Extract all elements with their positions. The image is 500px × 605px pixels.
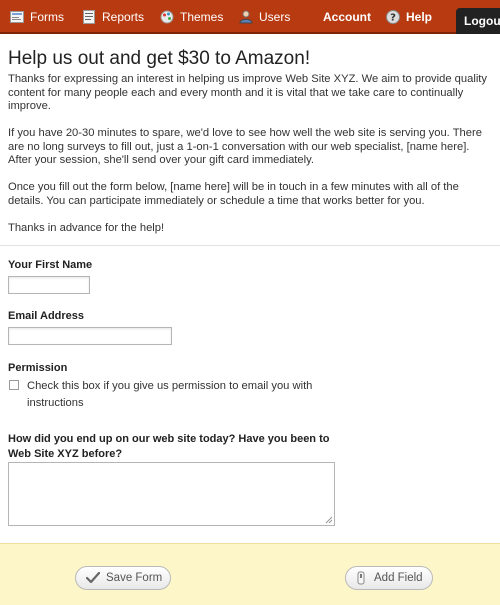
email-label: Email Address	[8, 310, 85, 322]
top-nav-bar: Forms Reports Themes Users Account ? Hel…	[0, 0, 500, 34]
intro-paragraph: Thanks for expressing an interest in hel…	[8, 73, 488, 113]
logout-button[interactable]: Logout	[456, 8, 500, 34]
resize-grip-icon[interactable]	[325, 516, 333, 524]
nav-forms-label: Forms	[30, 10, 64, 24]
question-textarea[interactable]	[8, 462, 335, 526]
add-field-icon	[354, 571, 368, 585]
permission-checkbox-text: Check this box if you give us permission…	[27, 380, 313, 409]
question-label: How did you end up on our web site today…	[8, 433, 330, 460]
users-icon	[239, 10, 253, 24]
reports-icon	[82, 10, 96, 24]
checkmark-icon	[86, 571, 100, 585]
save-form-button[interactable]: Save Form	[75, 566, 171, 590]
intro-paragraph: If you have 20-30 minutes to spare, we'd…	[8, 127, 482, 167]
intro-paragraph: Thanks in advance for the help!	[8, 222, 165, 234]
intro-paragraph: Once you fill out the form below, [name …	[8, 181, 459, 207]
save-form-label: Save Form	[106, 572, 163, 584]
intro-section: Help us out and get $30 to Amazon! Thank…	[0, 36, 500, 246]
first-name-label: Your First Name	[8, 259, 93, 271]
nav-help-label: Help	[406, 10, 433, 24]
first-name-input[interactable]	[8, 276, 90, 294]
page-title: Help us out and get $30 to Amazon!	[8, 48, 311, 69]
add-field-button[interactable]: Add Field	[345, 566, 433, 590]
nav-themes[interactable]: Themes	[160, 0, 223, 34]
add-field-label: Add Field	[374, 572, 423, 584]
permission-label: Permission	[8, 362, 68, 374]
help-icon: ?	[386, 10, 400, 24]
nav-themes-label: Themes	[180, 10, 224, 24]
nav-reports[interactable]: Reports	[82, 0, 144, 34]
nav-help[interactable]: ? Help	[386, 0, 432, 34]
forms-icon	[10, 10, 24, 24]
permission-checkbox[interactable]	[9, 380, 19, 390]
nav-reports-label: Reports	[102, 10, 145, 24]
nav-users-label: Users	[259, 10, 291, 24]
nav-account[interactable]: Account	[323, 0, 371, 34]
nav-forms[interactable]: Forms	[10, 0, 64, 34]
svg-text:?: ?	[390, 13, 396, 24]
themes-icon	[160, 10, 174, 24]
nav-account-label: Account	[323, 10, 371, 24]
nav-users[interactable]: Users	[239, 0, 290, 34]
email-input[interactable]	[8, 327, 172, 345]
